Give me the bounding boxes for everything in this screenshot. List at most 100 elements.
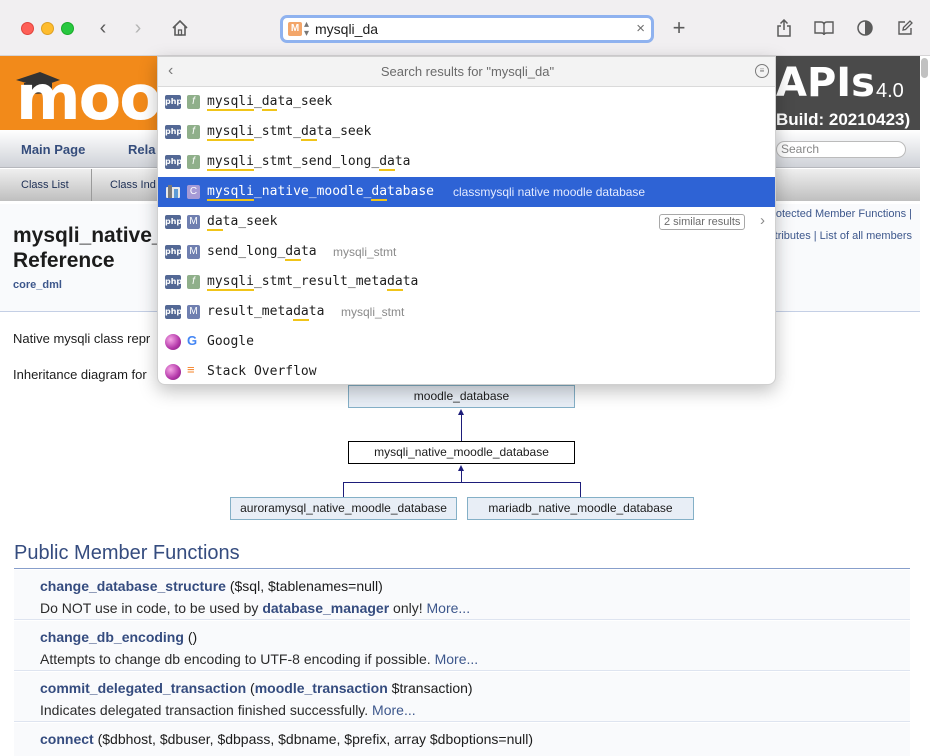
match-highlight: da bbox=[293, 304, 309, 321]
suggestion-text: send_long_ bbox=[207, 244, 286, 259]
minimize-window-button[interactable] bbox=[41, 22, 54, 35]
moodle-transaction-link[interactable]: moodle_transaction bbox=[255, 680, 388, 696]
suggestion-row[interactable]: php Msend_long_data mysqli_stmt bbox=[158, 237, 775, 267]
search-suggestions-dropdown: ‹ Search results for "mysqli_da" ≡ php f m… bbox=[157, 56, 776, 385]
member-description: Indicates delegated transaction finished… bbox=[40, 702, 416, 718]
subnav-class-index[interactable]: Class Ind bbox=[110, 179, 156, 191]
share-icon[interactable] bbox=[770, 14, 798, 42]
member-signature: connect ($dbhost, $dbuser, $dbpass, $dbn… bbox=[40, 731, 533, 747]
summary-links-protected[interactable]: rotected Member Functions | bbox=[772, 208, 912, 220]
diagram-current-class: mysqli_native_moodle_database bbox=[348, 441, 575, 464]
updown-icon: ▴ ▾ bbox=[304, 19, 310, 39]
ingroup-link[interactable]: core_dml bbox=[13, 279, 62, 291]
suggestion-text: _stmt_ bbox=[253, 124, 301, 139]
contrast-icon[interactable] bbox=[851, 14, 879, 42]
member-row: connect ($dbhost, $dbuser, $dbpass, $dbn… bbox=[14, 723, 910, 756]
member-args: ($dbhost, $dbuser, $dbpass, $dbname, $pr… bbox=[97, 731, 534, 747]
match-highlight: mysqli bbox=[207, 184, 254, 201]
page-title-reference: Reference bbox=[13, 249, 115, 272]
suggestion-row[interactable]: php f mysqli_stmt_send_long_data bbox=[158, 147, 775, 177]
reader-book-icon[interactable] bbox=[810, 14, 838, 42]
address-bar[interactable]: M ▴ ▾ mysqli_da × bbox=[280, 15, 654, 43]
suggestion-text: ta bbox=[300, 244, 317, 259]
more-link[interactable]: More... bbox=[372, 702, 416, 718]
php-icon: php bbox=[165, 125, 182, 139]
subnav-class-list[interactable]: Class List bbox=[21, 179, 69, 191]
diagram-arrow bbox=[458, 409, 464, 415]
suggestion-label: result_metadata bbox=[207, 304, 324, 321]
suggestion-context: mysqli_stmt bbox=[341, 305, 405, 319]
close-window-button[interactable] bbox=[21, 22, 34, 35]
doxygen-class-icon bbox=[165, 184, 181, 200]
web-search-row[interactable]: ≡ Stack Overflow bbox=[158, 357, 775, 384]
diagram-child-aurora[interactable]: auroramysql_native_moodle_database bbox=[230, 497, 457, 520]
suggestion-context: classmysqli native moodle database bbox=[453, 185, 646, 199]
suggestion-text: result_meta bbox=[207, 304, 294, 319]
section-divider bbox=[14, 568, 910, 569]
match-highlight: da bbox=[285, 244, 301, 261]
compose-icon[interactable] bbox=[891, 14, 919, 42]
apis-header: APIs 4.0 Build: 20210423) bbox=[776, 56, 920, 130]
suggestion-row[interactable]: php f mysqli_stmt_result_metadata bbox=[158, 267, 775, 297]
php-icon: php bbox=[165, 245, 182, 259]
match-highlight: mysqli bbox=[207, 94, 254, 111]
member-description: Attempts to change db encoding to UTF-8 … bbox=[40, 651, 478, 667]
zoom-window-button[interactable] bbox=[61, 22, 74, 35]
nav-related-pages[interactable]: Rela bbox=[128, 142, 155, 157]
suggestion-text: ta_seek bbox=[222, 214, 278, 229]
web-search-label: Google bbox=[207, 334, 254, 349]
summary-links-attributes[interactable]: tributes | List of all members bbox=[775, 230, 912, 242]
page-scrollbar[interactable] bbox=[921, 58, 928, 78]
member-signature: commit_delegated_transaction (moodle_tra… bbox=[40, 680, 473, 696]
similar-results-badge[interactable]: 2 similar results bbox=[659, 214, 746, 230]
member-args: ($sql, $tablenames=null) bbox=[229, 578, 383, 594]
suggestion-text: _stmt_send_long_ bbox=[253, 154, 380, 169]
member-link[interactable]: change_db_encoding bbox=[40, 629, 184, 645]
more-link[interactable]: More... bbox=[427, 600, 471, 616]
suggestion-row[interactable]: php f mysqli_stmt_data_seek bbox=[158, 117, 775, 147]
inheritance-label: Inheritance diagram for bbox=[13, 367, 147, 382]
build-label: Build: 20210423) bbox=[776, 110, 911, 129]
more-link[interactable]: More... bbox=[435, 651, 479, 667]
diagram-line bbox=[343, 482, 344, 497]
clear-icon[interactable]: × bbox=[636, 20, 645, 37]
back-icon[interactable]: ‹ bbox=[89, 14, 117, 42]
suggestion-text: ta bbox=[394, 154, 411, 169]
member-desc-text: Do NOT use in code, to be used by bbox=[40, 600, 263, 616]
suggestion-row[interactable]: php Mresult_metadata mysqli_stmt bbox=[158, 297, 775, 327]
suggestion-row[interactable]: php Mdata_seek 2 similar results › bbox=[158, 207, 775, 237]
match-highlight: mysqli bbox=[207, 274, 254, 291]
new-tab-icon[interactable]: + bbox=[665, 14, 693, 42]
suggestion-text: ta_seek bbox=[277, 94, 333, 109]
chevron-right-icon[interactable]: › bbox=[760, 212, 765, 229]
match-highlight: da bbox=[379, 154, 395, 171]
suggestion-text: ta bbox=[402, 274, 419, 289]
function-icon: f bbox=[187, 275, 200, 289]
filter-icon[interactable]: ≡ bbox=[755, 64, 769, 78]
diagram-child-mariadb[interactable]: mariadb_native_moodle_database bbox=[467, 497, 694, 520]
suggestion-row[interactable]: php f mysqli_data_seek bbox=[158, 87, 775, 117]
diagram-line bbox=[343, 482, 580, 483]
suggestion-label: mysqli_stmt_send_long_data bbox=[207, 154, 411, 171]
forward-icon[interactable]: › bbox=[124, 14, 152, 42]
nav-main-page[interactable]: Main Page bbox=[21, 142, 85, 157]
web-search-row[interactable]: G Google bbox=[158, 327, 775, 357]
diagram-line bbox=[580, 482, 581, 497]
site-favicon-icon: M bbox=[288, 22, 302, 36]
suggestion-row[interactable]: Cmysqli_native_moodle_database classmysql… bbox=[158, 177, 775, 207]
match-highlight: da bbox=[261, 94, 278, 111]
member-link[interactable]: commit_delegated_transaction bbox=[40, 680, 246, 696]
address-input[interactable]: mysqli_da bbox=[315, 21, 378, 37]
search-input[interactable]: Search bbox=[776, 141, 906, 158]
google-icon: G bbox=[187, 333, 198, 348]
match-highlight: da bbox=[300, 124, 317, 141]
stackoverflow-icon: ≡ bbox=[187, 362, 195, 377]
diagram-base-class[interactable]: moodle_database bbox=[348, 385, 575, 408]
member-link[interactable]: connect bbox=[40, 731, 94, 747]
home-icon[interactable] bbox=[166, 14, 194, 42]
database-manager-link[interactable]: database_manager bbox=[262, 600, 389, 616]
member-link[interactable]: change_database_structure bbox=[40, 578, 226, 594]
class-icon: C bbox=[187, 185, 200, 199]
member-desc-text: Attempts to change db encoding to UTF-8 … bbox=[40, 651, 435, 667]
version-label: 4.0 bbox=[876, 80, 904, 102]
